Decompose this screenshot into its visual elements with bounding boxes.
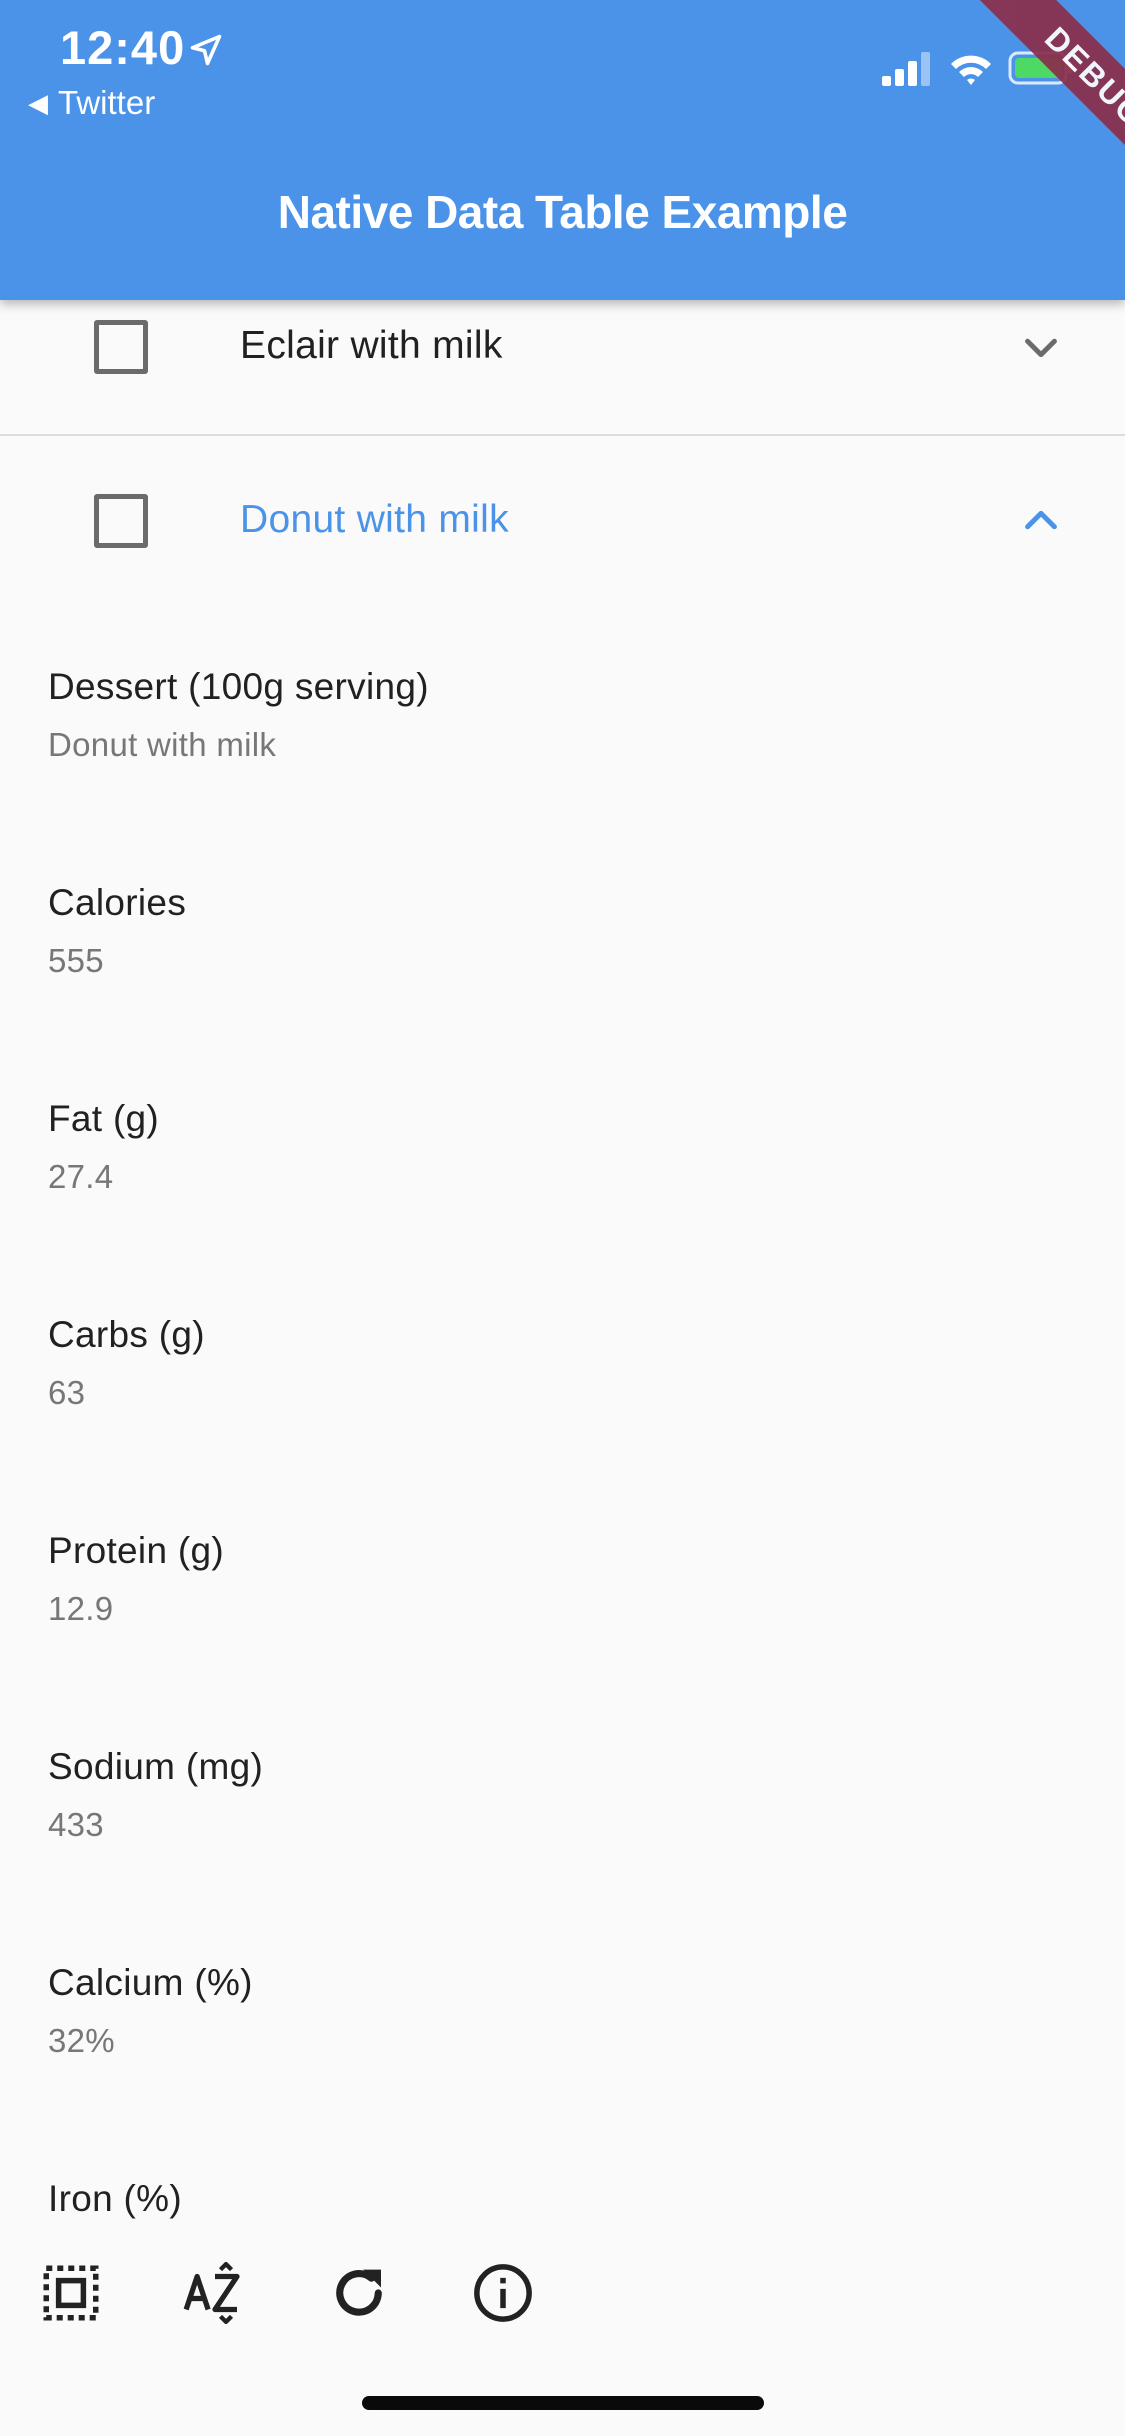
location-arrow-icon — [190, 34, 222, 66]
detail-value: 12.9 — [48, 1590, 114, 1627]
page-title: Native Data Table Example — [277, 186, 848, 238]
select-all-icon[interactable] — [38, 2260, 104, 2326]
detail-label: Dessert (100g serving) — [48, 666, 429, 707]
sort-az-icon[interactable] — [182, 2260, 248, 2326]
detail-item-protein: Protein (g) 12.9 — [48, 1530, 224, 1628]
row-label: Eclair with milk — [240, 324, 503, 367]
detail-item-iron: Iron (%) — [48, 2178, 182, 2220]
chevron-up-icon[interactable] — [1018, 498, 1064, 544]
detail-item-calcium: Calcium (%) 32% — [48, 1962, 253, 2060]
info-icon[interactable] — [470, 2260, 536, 2326]
detail-label: Iron (%) — [48, 2178, 182, 2219]
detail-label: Calcium (%) — [48, 1962, 253, 2003]
detail-label: Sodium (mg) — [48, 1746, 264, 1787]
back-to-app-link[interactable]: ◀ Twitter — [28, 84, 155, 122]
detail-label: Carbs (g) — [48, 1314, 205, 1355]
home-indicator[interactable] — [362, 2396, 764, 2410]
detail-value: 433 — [48, 1806, 104, 1843]
detail-value: 32% — [48, 2022, 115, 2059]
table-row-expanded[interactable]: Donut with milk — [0, 436, 1125, 606]
debug-banner: DEBUG — [969, 0, 1125, 203]
back-app-label: Twitter — [58, 84, 156, 121]
status-time: 12:40 — [60, 21, 186, 74]
detail-item-calories: Calories 555 — [48, 882, 186, 980]
row-checkbox[interactable] — [94, 494, 148, 548]
detail-value: 555 — [48, 942, 104, 979]
detail-item-carbs: Carbs (g) 63 — [48, 1314, 205, 1412]
row-checkbox[interactable] — [94, 320, 148, 374]
table-row[interactable]: Eclair with milk — [0, 300, 1125, 434]
detail-value: 27.4 — [48, 1158, 114, 1195]
cellular-signal-icon — [882, 52, 930, 86]
detail-label: Calories — [48, 882, 187, 923]
detail-item-fat: Fat (g) 27.4 — [48, 1098, 159, 1196]
wifi-icon — [951, 55, 991, 85]
app-bar: 12:40 ◀ Twitter DEBUG Native Data Table E… — [0, 0, 1125, 300]
detail-label: Fat (g) — [48, 1098, 160, 1139]
detail-label: Protein (g) — [48, 1530, 225, 1571]
bottom-toolbar — [0, 2230, 1125, 2370]
detail-item-sodium: Sodium (mg) 433 — [48, 1746, 263, 1844]
detail-value: 63 — [48, 1374, 86, 1411]
refresh-icon[interactable] — [326, 2260, 392, 2326]
detail-value: Donut with milk — [48, 726, 277, 763]
chevron-down-icon[interactable] — [1018, 324, 1064, 370]
detail-item-dessert: Dessert (100g serving) Donut with milk — [48, 666, 429, 764]
back-triangle-icon: ◀ — [28, 88, 48, 118]
row-label: Donut with milk — [240, 498, 509, 541]
